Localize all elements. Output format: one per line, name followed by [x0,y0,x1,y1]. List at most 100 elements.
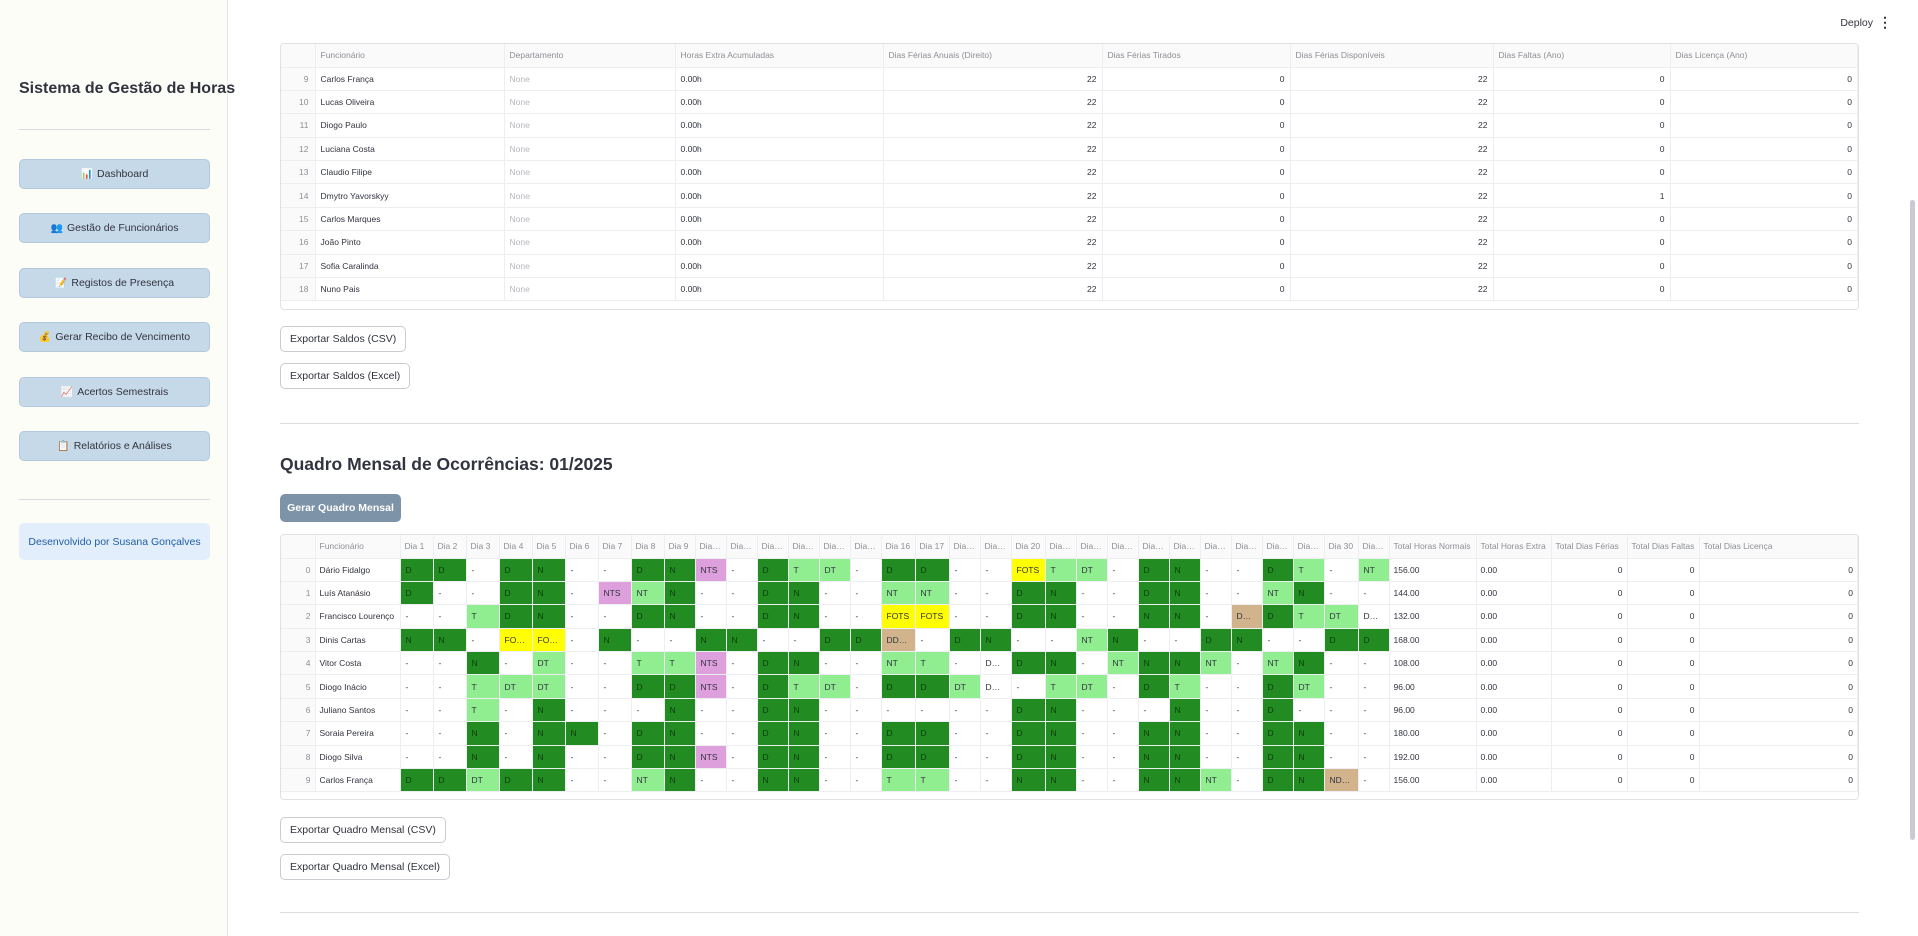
day-cell[interactable]: T [1169,674,1201,699]
table-cell[interactable]: 0 [1670,207,1858,232]
day-cell[interactable]: - [565,604,599,629]
table-cell[interactable]: 0 [1670,90,1858,115]
row-index[interactable]: 11 [281,113,316,138]
table-cell[interactable]: 22 [1290,254,1494,279]
day-cell[interactable]: D [1262,698,1294,723]
total-cell[interactable]: 0.00 [1476,604,1552,629]
total-cell[interactable]: 156.00 [1389,558,1477,582]
table-cell[interactable]: 22 [1290,137,1494,162]
table-row[interactable]: 7 Soraia Pereira - - N - N N - D N - - D N - - D D - - D N - - N N… [281,721,1858,746]
day-cell[interactable]: D [631,721,665,746]
day-cell[interactable]: T [915,768,950,793]
day-cell[interactable]: N [1045,651,1077,676]
table-cell[interactable]: None [504,207,676,232]
day-cell[interactable]: DDTS [1358,604,1390,629]
day-cell[interactable]: - [598,558,632,582]
day-cell[interactable]: - [400,745,434,770]
day-cell[interactable]: - [1107,674,1139,699]
day-cell[interactable]: D [1011,745,1046,770]
table-cell[interactable]: Lucas Oliveira [315,90,505,115]
day-cell[interactable]: - [1011,628,1046,653]
table-cell[interactable]: 22 [1290,160,1494,185]
day-cell[interactable]: - [819,768,851,793]
column-header[interactable]: Dia 24 [1138,535,1170,559]
day-cell[interactable]: - [565,745,599,770]
day-cell[interactable]: - [726,581,758,606]
column-header[interactable]: Dia 21 [1045,535,1077,559]
day-cell[interactable]: - [980,558,1012,582]
table-cell[interactable]: 0.00h [675,137,884,162]
table-row[interactable]: 5 Diogo Inácio - - T DT DT - - D D NTS - D T DT - D D DT DDT… [281,674,1858,699]
day-cell[interactable]: N [1293,721,1325,746]
table-cell[interactable]: 0 [1493,137,1671,162]
table-row[interactable]: 15 Carlos Marques None 0.00h 22 0 22 0 0 [281,207,1858,232]
row-index[interactable]: 5 [281,674,316,699]
total-cell[interactable]: 0 [1551,628,1628,653]
total-cell[interactable]: 0 [1627,768,1700,793]
day-cell[interactable]: DT [949,674,981,699]
day-cell[interactable]: - [433,721,467,746]
day-cell[interactable]: NDTSS [1324,768,1359,793]
day-cell[interactable]: - [949,651,981,676]
column-header[interactable] [281,44,316,68]
table-cell[interactable]: 22 [1290,277,1494,302]
day-cell[interactable]: - [1324,651,1359,676]
table-cell[interactable]: None [504,160,676,185]
day-cell[interactable]: T [1293,604,1325,629]
table-cell[interactable]: 0 [1493,207,1671,232]
day-cell[interactable]: - [1200,604,1232,629]
day-cell[interactable]: D [1011,698,1046,723]
total-cell[interactable]: 0 [1551,558,1628,582]
total-cell[interactable]: 0 [1699,721,1858,746]
column-header[interactable]: Dia 19 [980,535,1012,559]
day-cell[interactable]: NTS [695,745,727,770]
day-cell[interactable]: FOTS [532,628,566,653]
day-cell[interactable]: D [1262,745,1294,770]
total-cell[interactable]: 0 [1551,721,1628,746]
table-cell[interactable]: 22 [1290,230,1494,255]
day-cell[interactable]: N [1045,768,1077,793]
day-cell[interactable]: - [1231,768,1263,793]
total-cell[interactable]: 0 [1627,698,1700,723]
day-cell[interactable]: DDTSS [881,628,916,653]
day-cell[interactable]: - [1011,674,1046,699]
day-cell[interactable]: - [400,651,434,676]
total-cell[interactable]: 0 [1627,628,1700,653]
table-cell[interactable]: 0 [1493,254,1671,279]
day-cell[interactable]: - [726,721,758,746]
day-cell[interactable]: D [631,745,665,770]
day-cell[interactable]: - [1358,651,1390,676]
total-cell[interactable]: 0 [1627,674,1700,699]
table-cell[interactable]: 22 [1290,113,1494,138]
row-index[interactable]: 13 [281,160,316,185]
table-row[interactable]: 12 Luciana Costa None 0.00h 22 0 22 0 0 [281,137,1858,162]
day-cell[interactable]: - [1231,651,1263,676]
day-cell[interactable]: - [1324,558,1359,582]
day-cell[interactable]: N [788,651,820,676]
column-header[interactable]: Dia 26 [1200,535,1232,559]
day-cell[interactable]: D [433,768,467,793]
total-cell[interactable]: 0.00 [1476,745,1552,770]
table-cell[interactable]: Carlos França [315,67,505,91]
day-cell[interactable]: NTS [598,581,632,606]
table-cell[interactable]: 0 [1670,230,1858,255]
table-cell[interactable]: 0.00h [675,277,884,302]
table-cell[interactable]: 22 [883,67,1103,91]
table-cell[interactable]: None [504,67,676,91]
total-cell[interactable]: 0 [1551,745,1628,770]
day-cell[interactable]: D [1138,581,1170,606]
day-cell[interactable]: - [850,768,882,793]
day-cell[interactable]: - [1076,604,1108,629]
day-cell[interactable]: D [949,628,981,653]
day-cell[interactable]: N [788,721,820,746]
row-index[interactable]: 0 [281,558,316,582]
day-cell[interactable]: T [664,651,696,676]
export-monthly-excel-button[interactable]: Exportar Quadro Mensal (Excel) [280,854,450,880]
day-cell[interactable]: N [532,698,566,723]
table-cell[interactable]: 0 [1102,67,1291,91]
table-row[interactable]: 1 Luís Atanásio D - - D N - NTS NT N - - D N - - NT NT - - D N… [281,581,1858,606]
total-cell[interactable]: 0.00 [1476,698,1552,723]
day-cell[interactable]: - [695,604,727,629]
total-cell[interactable]: 132.00 [1389,604,1477,629]
table-cell[interactable]: 0.00h [675,207,884,232]
